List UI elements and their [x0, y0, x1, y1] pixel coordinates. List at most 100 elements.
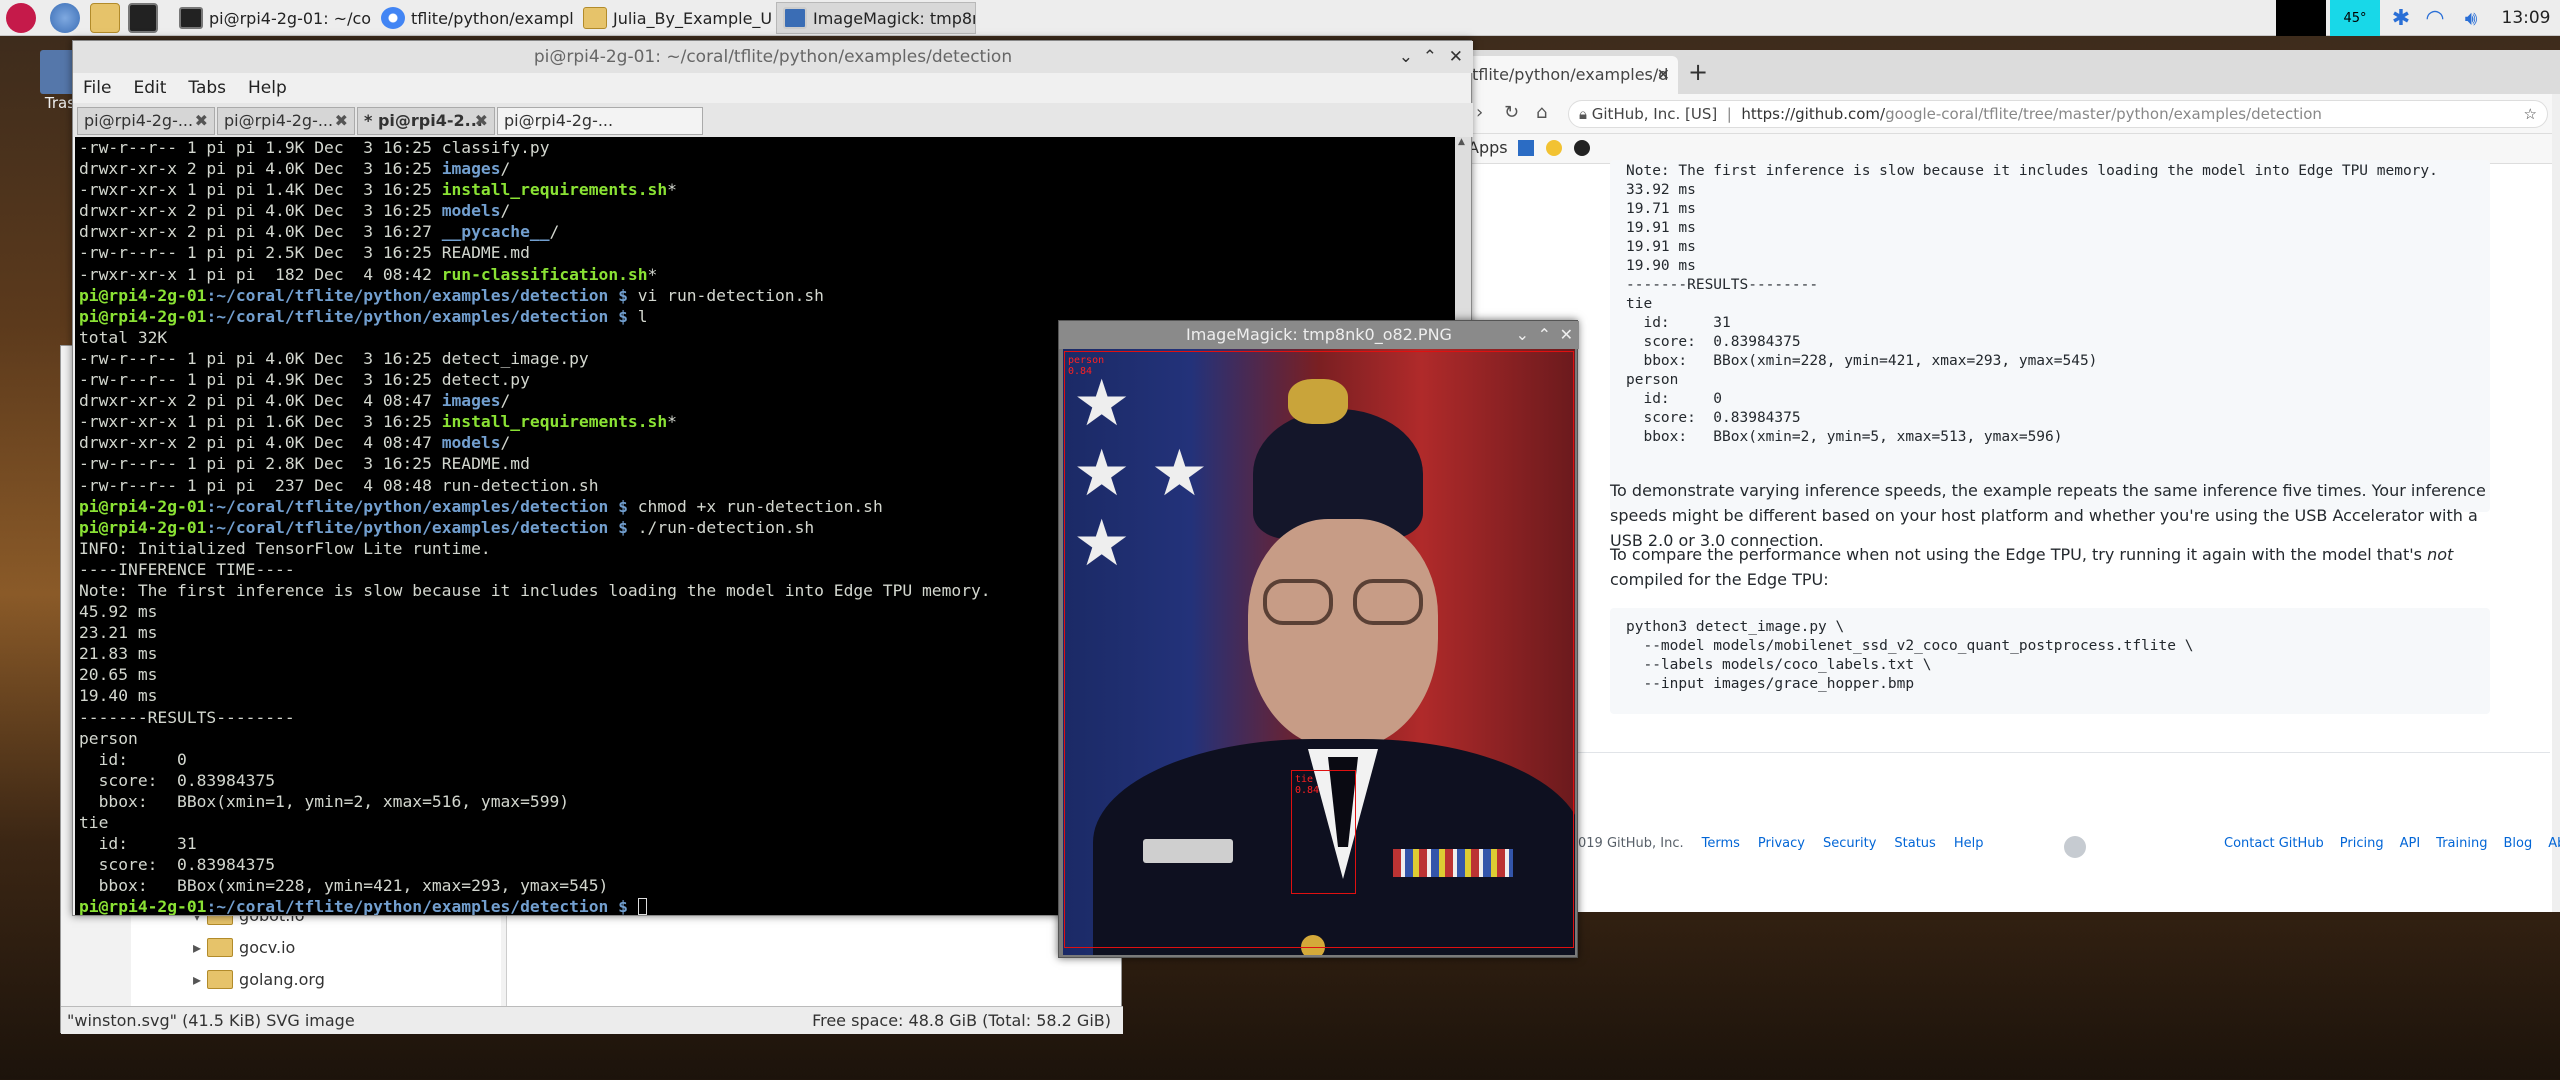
terminal-tab[interactable]: pi@rpi4-2g-... ✖ — [77, 107, 215, 135]
terminal-line: -rwxr-xr-x 1 pi pi 1.4K Dec 3 16:25 inst… — [79, 179, 1451, 200]
maximize-icon[interactable]: ⌃ — [1538, 321, 1551, 349]
bookmark-icon[interactable] — [1518, 140, 1534, 156]
file-view[interactable] — [506, 906, 1121, 1006]
task-imagemagick[interactable]: ImageMagick: tmp8n... — [776, 2, 976, 34]
home-icon[interactable]: ⌂ — [1536, 102, 1547, 123]
browser-scrollbar[interactable] — [2552, 94, 2560, 912]
terminal-tab[interactable]: pi@rpi4-2g-... ✖ — [217, 107, 355, 135]
file-suffix: / — [549, 222, 560, 242]
minimize-icon[interactable]: ⌄ — [1399, 41, 1413, 73]
file-attributes: drwxr-xr-x 2 pi pi 4.0K Dec 3 16:25 — [79, 201, 442, 221]
detection-image[interactable]: ★ ★ ★ ★ person 0.84 tie 0.84 — [1063, 349, 1575, 955]
output-text: id: 31 — [79, 834, 197, 854]
close-tab-icon[interactable]: ✖ — [335, 108, 348, 134]
footer-link-status[interactable]: Status — [1894, 836, 1935, 851]
bluetooth-icon[interactable]: ✱ — [2386, 0, 2416, 36]
footer-link-terms[interactable]: Terms — [1702, 836, 1740, 851]
url-field[interactable]: 🔒︎ GitHub, Inc. [US] | https://github.co… — [1568, 100, 2548, 128]
browser-tab[interactable]: tflite/python/examples/d ✕ — [1468, 56, 1678, 94]
task-terminal[interactable]: pi@rpi4-2g-01: ~/cor... — [172, 2, 372, 34]
output-text: ----INFERENCE TIME---- — [79, 559, 295, 579]
volume-icon[interactable]: 🔊︎ — [2454, 0, 2488, 36]
file-suffix: / — [500, 201, 511, 221]
clock[interactable]: 13:09 — [2496, 0, 2556, 36]
github-logo-icon[interactable] — [2064, 836, 2086, 858]
footer-link-help[interactable]: Help — [1954, 836, 1984, 851]
menu-help[interactable]: Help — [248, 78, 287, 98]
footer-link-blog[interactable]: Blog — [2503, 836, 2532, 851]
tree-item[interactable]: ▸ golang.org — [193, 970, 325, 989]
terminal-menubar: File Edit Tabs Help — [73, 73, 1473, 103]
site-identity: GitHub, Inc. [US] — [1591, 105, 1718, 123]
file-name: README.md — [441, 454, 530, 474]
footer-link-about[interactable]: About — [2548, 836, 2560, 851]
menu-tabs[interactable]: Tabs — [188, 78, 226, 98]
file-attributes: drwxr-xr-x 2 pi pi 4.0K Dec 3 16:25 — [79, 159, 442, 179]
close-tab-icon[interactable]: ✕ — [1657, 56, 1670, 94]
close-tab-icon[interactable]: ✖ — [475, 108, 488, 134]
command-text: l — [637, 306, 648, 326]
file-name: detect.py — [441, 370, 530, 390]
bookmark-star-icon[interactable]: ☆ — [2524, 101, 2537, 127]
footer-link-privacy[interactable]: Privacy — [1758, 836, 1805, 851]
chromium-icon — [381, 7, 405, 29]
julia-icon[interactable] — [1600, 140, 1616, 156]
footer-link-security[interactable]: Security — [1823, 836, 1876, 851]
output-text: bbox: BBox(xmin=228, ymin=421, xmax=293,… — [79, 876, 609, 896]
footer-divider — [1560, 752, 2550, 753]
terminal-tab-modified[interactable]: * pi@rpi4-2... ✖ — [357, 107, 495, 135]
footer-link-api[interactable]: API — [2400, 836, 2421, 851]
file-name: detect_image.py — [441, 348, 589, 368]
url-path: google-coral/tflite/tree/master/python/e… — [1885, 105, 2322, 123]
close-icon[interactable]: ✕ — [1560, 321, 1573, 349]
file-attributes: drwxr-xr-x 2 pi pi 4.0K Dec 4 08:47 — [79, 391, 442, 411]
command-text: ./run-detection.sh — [637, 517, 815, 537]
maximize-icon[interactable]: ⌃ — [1423, 41, 1437, 73]
output-text: Note: The first inference is slow becaus… — [79, 580, 991, 600]
footer-link-contact[interactable]: Contact GitHub — [2224, 836, 2324, 851]
terminal-tab-active[interactable]: pi@rpi4-2g-... — [497, 107, 703, 135]
footer-link-training[interactable]: Training — [2436, 836, 2487, 851]
terminal-launcher-icon[interactable] — [128, 3, 158, 33]
browser-window: tflite/python/examples/d ✕ + › ↻ ⌂ 🔒︎ Gi… — [1468, 50, 2560, 912]
tree-item[interactable]: ▸ gocv.io — [193, 938, 295, 957]
back-icon[interactable]: › — [1476, 102, 1483, 123]
close-icon[interactable]: ✕ — [1449, 41, 1463, 73]
terminal-line: drwxr-xr-x 2 pi pi 4.0K Dec 3 16:25 mode… — [79, 200, 1451, 221]
tree-item-label: gocv.io — [239, 938, 296, 957]
prompt-path: :~/coral/tflite/python/examples/detectio… — [206, 306, 638, 326]
menu-edit[interactable]: Edit — [133, 78, 166, 98]
menu-file[interactable]: File — [83, 78, 111, 98]
reload-icon[interactable]: ↻ — [1504, 102, 1519, 123]
github-bookmark-icon[interactable] — [1574, 140, 1590, 156]
footer-left: 019 GitHub, Inc. Terms Privacy Security … — [1578, 836, 1983, 851]
imagemagick-icon — [783, 7, 807, 29]
footer-link-pricing[interactable]: Pricing — [2340, 836, 2384, 851]
file-manager-icon[interactable] — [90, 3, 120, 33]
web-browser-icon[interactable] — [50, 3, 80, 33]
apps-bookmark[interactable]: Apps — [1468, 138, 1508, 157]
imagemagick-titlebar[interactable]: ImageMagick: tmp8nk0_o82.PNG ⌄ ⌃ ✕ — [1059, 321, 1579, 349]
wifi-icon[interactable]: ◠ — [2418, 0, 2452, 36]
file-name: classify.py — [441, 138, 550, 157]
task-browser[interactable]: tflite/python/example... — [374, 2, 574, 34]
terminal-titlebar[interactable]: pi@rpi4-2g-01: ~/coral/tflite/python/exa… — [73, 41, 1473, 73]
file-attributes: -rwxr-xr-x 1 pi pi 1.6K Dec 3 16:25 — [79, 412, 442, 432]
cpu-graph — [2276, 0, 2326, 36]
folder-icon — [207, 938, 234, 957]
close-tab-icon[interactable]: ✖ — [195, 108, 208, 134]
file-attributes: -rw-r--r-- 1 pi pi 1.9K Dec 3 16:25 — [79, 138, 442, 157]
output-text: 45.92 ms — [79, 602, 158, 622]
python-icon[interactable] — [1546, 140, 1562, 156]
status-free-space: Free space: 48.8 GiB (Total: 58.2 GiB) — [812, 1011, 1111, 1030]
new-tab-icon[interactable]: + — [1688, 58, 1708, 86]
output-text: person — [79, 728, 138, 748]
paragraph-text: To compare the performance when not usin… — [1610, 545, 2428, 564]
raspberry-menu-icon[interactable] — [6, 3, 36, 33]
minimize-icon[interactable]: ⌄ — [1516, 321, 1529, 349]
file-attributes: -rw-r--r-- 1 pi pi 2.5K Dec 3 16:25 — [79, 243, 442, 263]
task-files[interactable]: Julia_By_Example_U... — [576, 2, 772, 34]
folder-icon — [207, 970, 234, 989]
prompt-path: :~/coral/tflite/python/examples/detectio… — [206, 517, 638, 537]
file-attributes: -rw-r--r-- 1 pi pi 237 Dec 4 08:48 — [79, 475, 442, 495]
